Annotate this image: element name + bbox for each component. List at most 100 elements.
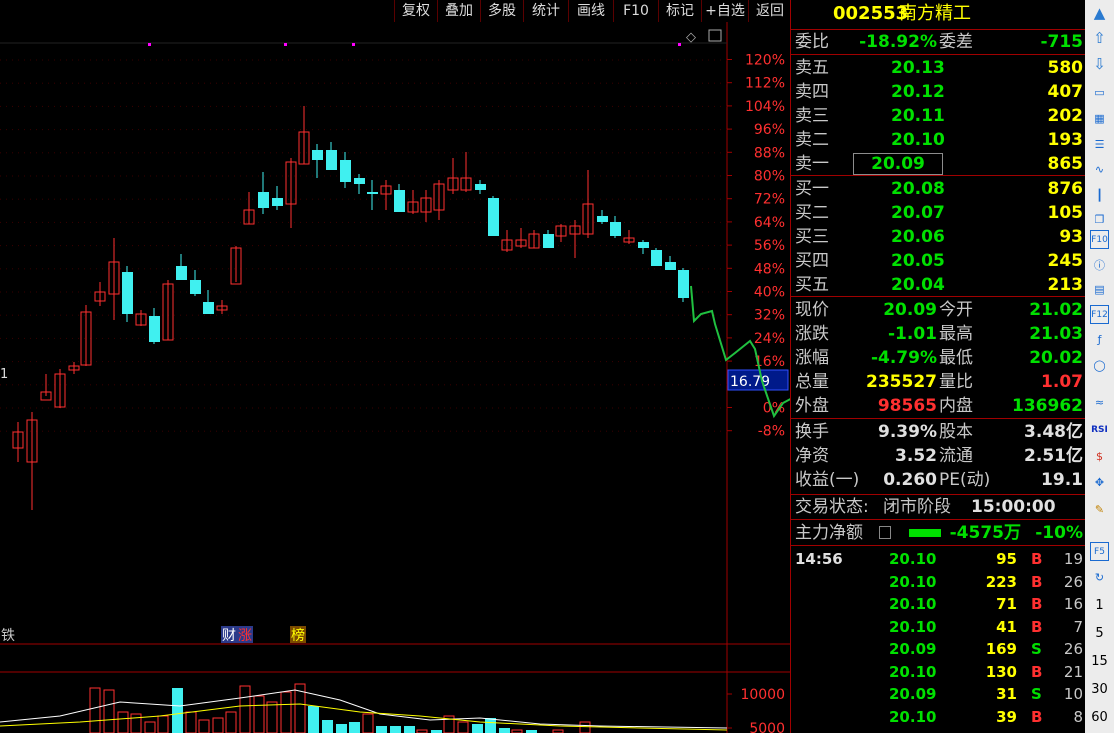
grid-dot [384, 314, 385, 316]
event-badge[interactable]: 涨 [238, 628, 252, 644]
volume-bar [266, 701, 278, 733]
grid-dot [312, 59, 313, 61]
toolbar-button-f10[interactable]: F10 [613, 0, 658, 22]
rsi-icon[interactable]: RSI [1090, 421, 1109, 440]
grid-dot [330, 430, 331, 432]
grid-dot [60, 314, 61, 316]
period-button[interactable]: 5 [1085, 626, 1114, 641]
toolbar-button-huaxian[interactable]: 画线 [568, 0, 613, 22]
pen-icon[interactable]: ✎ [1090, 500, 1109, 519]
grid-dot [720, 314, 721, 316]
ask-level-row[interactable]: 卖四 20.12 407 [791, 80, 1085, 104]
ask-level-row[interactable]: 卖二 20.10 193 [791, 128, 1085, 152]
circle-icon[interactable]: ◯ [1090, 356, 1109, 375]
grid-dot [306, 59, 307, 61]
quote-value: 235527 [866, 372, 937, 392]
event-badge[interactable]: 财 [222, 628, 236, 644]
quote-label: 内盘 [939, 396, 973, 416]
grid-dot [42, 430, 43, 432]
grid-dot [444, 337, 445, 339]
quote-value: 20.02 [1029, 348, 1083, 368]
grid-dot [582, 198, 583, 200]
toolbar-button-back[interactable]: 返回 [748, 0, 791, 22]
bid-level-row[interactable]: 买四 20.05 245 [791, 249, 1085, 273]
event-badge[interactable]: 榜 [291, 627, 305, 644]
event-badge[interactable]: 铁 [1, 628, 15, 644]
grid-dot [240, 221, 241, 223]
candlestick-icon[interactable]: ┃ [1090, 186, 1109, 205]
bid-level-row[interactable]: 买三 20.06 93 [791, 225, 1085, 249]
grid-dot [396, 152, 397, 154]
money-icon[interactable]: $ [1090, 447, 1109, 466]
toolbar-button-biaoji[interactable]: 标记 [658, 0, 701, 22]
bid-level-row[interactable]: 买二 20.07 105 [791, 201, 1085, 225]
grid-dot [372, 59, 373, 61]
grid-dot [90, 198, 91, 200]
f10-icon[interactable]: F10 [1090, 230, 1109, 249]
toolbar-button-tongji[interactable]: 统计 [523, 0, 568, 22]
grid-dot [462, 82, 463, 84]
grid-dot [156, 129, 157, 131]
grid-dot [96, 337, 97, 339]
window-toggle-icon[interactable] [708, 29, 722, 42]
info-icon[interactable]: ⓘ [1090, 256, 1109, 275]
toolbar-button-duogu[interactable]: 多股 [480, 0, 523, 22]
grid-dot [96, 129, 97, 131]
grid-dot [360, 407, 361, 409]
toolbar-button-diejia[interactable]: 叠加 [437, 0, 480, 22]
grid-dot [546, 59, 547, 61]
main-force-menu-icon[interactable] [879, 526, 891, 539]
move-icon[interactable]: ✥ [1090, 473, 1109, 492]
arrow-up-icon[interactable]: ⇧ [1090, 29, 1109, 48]
grid-dot [138, 129, 139, 131]
line-chart-icon[interactable]: ∿ [1090, 160, 1109, 179]
fx-icon[interactable]: ƒ [1090, 330, 1109, 349]
grid-dot [84, 129, 85, 131]
news-icon[interactable]: ▤ [1090, 280, 1109, 299]
grid-dot [378, 384, 379, 386]
period-button[interactable]: 1 [1085, 598, 1114, 613]
kline-chart[interactable]: 120% 112% 104% 96% 88% 80% 72% 64% 56% 48% 40% 32% 2… [0, 22, 790, 733]
trend-icon[interactable]: ≈ [1090, 393, 1109, 412]
grid-dot [150, 268, 151, 270]
toolbar-button-add-watchlist[interactable]: +自选 [701, 0, 748, 22]
diamond-icon[interactable]: ◇ [686, 30, 696, 45]
grid-dot [438, 129, 439, 131]
grid-dot [174, 314, 175, 316]
grid-dot [48, 384, 49, 386]
scroll-up-icon[interactable]: ▲ [1090, 4, 1109, 23]
grid-dot [186, 59, 187, 61]
ask-level-row[interactable]: 卖五 20.13 580 [791, 56, 1085, 80]
window-icon[interactable]: ❐ [1090, 210, 1109, 229]
grid-dot [36, 105, 37, 107]
kline-chart-canvas[interactable]: 120%112%104%96%88%80%72%64%56%48%40%32%2… [0, 22, 790, 733]
grid-dot [252, 384, 253, 386]
arrow-down-icon[interactable]: ⇩ [1090, 55, 1109, 74]
grid-dot [552, 430, 553, 432]
table-icon[interactable]: ▦ [1090, 109, 1109, 128]
f5-icon[interactable]: F5 [1090, 542, 1109, 561]
grid-dot [468, 361, 469, 363]
ask-level-row[interactable]: 卖三 20.11 202 [791, 104, 1085, 128]
grid-dot [84, 82, 85, 84]
tick-volume: 130 [985, 662, 1017, 681]
period-button[interactable]: 30 [1085, 682, 1114, 697]
period-button[interactable]: 60 [1085, 710, 1114, 725]
period-button[interactable]: 15 [1085, 654, 1114, 669]
grid-dot [90, 430, 91, 432]
grid-dot [612, 384, 613, 386]
screen-icon[interactable]: ▭ [1090, 83, 1109, 102]
grid-dot [192, 59, 193, 61]
grid-dot [282, 337, 283, 339]
grid-dot [594, 105, 595, 107]
list-icon[interactable]: ☰ [1090, 135, 1109, 154]
bid-level-row[interactable]: 买五 20.04 213 [791, 273, 1085, 297]
grid-dot [600, 337, 601, 339]
f12-icon[interactable]: F12 [1090, 305, 1109, 324]
refresh-icon[interactable]: ↻ [1090, 568, 1109, 587]
toolbar-button-fuquan[interactable]: 复权 [394, 0, 437, 22]
ask-level-row[interactable]: 卖一 20.09 865 [791, 152, 1085, 176]
bid-level-row[interactable]: 买一 20.08 876 [791, 177, 1085, 201]
grid-dot [540, 245, 541, 247]
grid-dot [510, 361, 511, 363]
